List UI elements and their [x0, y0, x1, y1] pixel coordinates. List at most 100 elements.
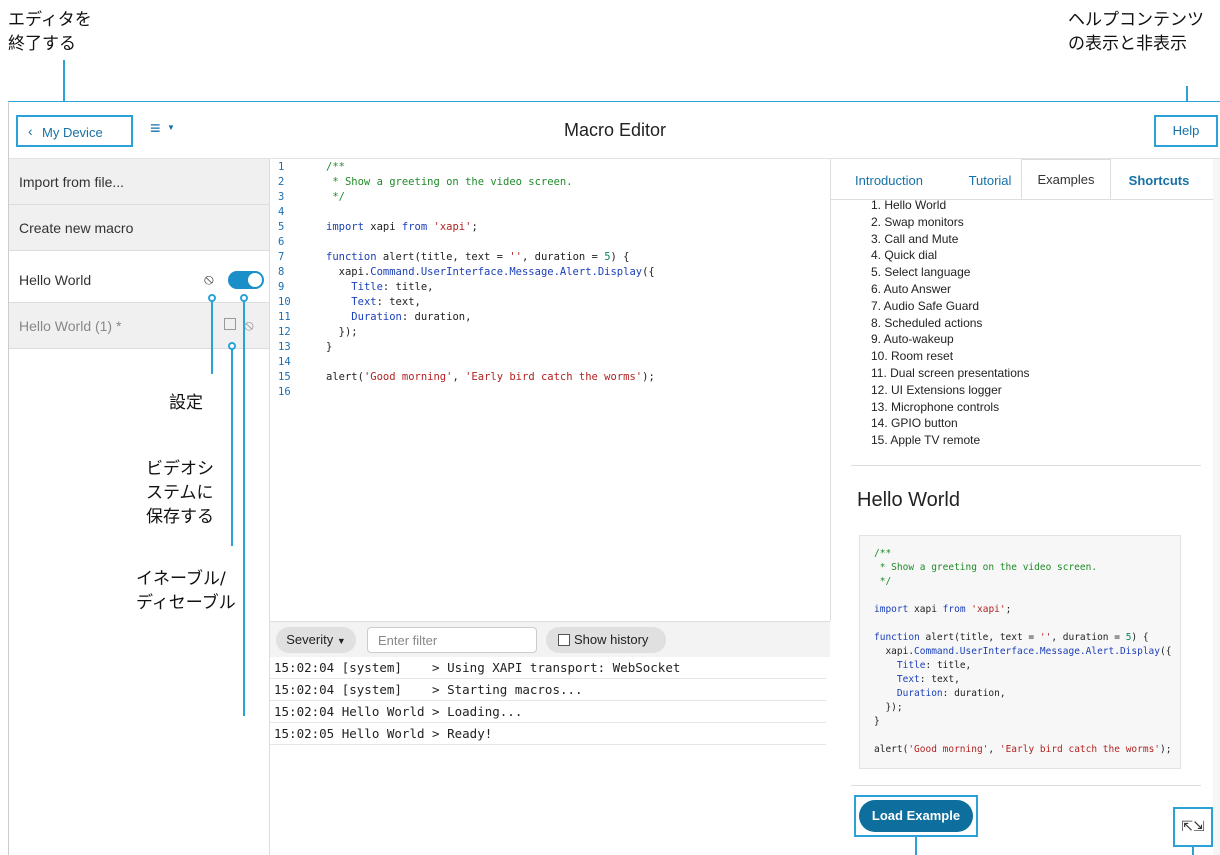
annotation-settings: 設定	[169, 393, 203, 413]
sidebar-item-label: Create new macro	[19, 220, 134, 236]
code-line: import xapi from 'xapi';	[326, 221, 478, 233]
example-title: Hello World	[857, 489, 960, 511]
code-line: import xapi from 'xapi';	[874, 604, 1012, 615]
line-number: 7	[278, 251, 285, 263]
macro-item-hello-world[interactable]: Hello World ⦸	[9, 257, 269, 303]
annotation-save-to-system: ビデオシ ステムに 保存する	[146, 459, 214, 527]
list-item[interactable]: 6. Auto Answer	[871, 281, 1030, 298]
code-line: Duration: duration,	[896, 688, 1006, 699]
caret-down-icon: ▼	[336, 636, 346, 646]
code-line: */	[874, 576, 892, 587]
line-number: 10	[278, 296, 291, 308]
log-row: 15:02:05 Hello World > Ready!	[270, 723, 826, 745]
annotation-exit-editor: エディタを 終了する	[8, 10, 92, 54]
line-number: 8	[278, 266, 285, 278]
list-item[interactable]: 7. Audio Safe Guard	[871, 298, 1030, 315]
top-bar: ‹ My Device ≡ ▼ Macro Editor Help	[9, 102, 1220, 159]
tab-shortcuts[interactable]: Shortcuts	[1113, 163, 1205, 199]
example-code-box: /** * Show a greeting on the video scree…	[859, 535, 1181, 769]
log-row: 15:02:04 [system] > Starting macros...	[270, 679, 826, 701]
examples-list: 1. Hello World 2. Swap monitors 3. Call …	[871, 197, 1030, 449]
filter-placeholder: Enter filter	[378, 633, 438, 648]
log-row: 15:02:04 Hello World > Loading...	[270, 701, 826, 723]
callout-line	[915, 837, 917, 855]
code-line: * Show a greeting on the video screen.	[326, 176, 573, 188]
list-item[interactable]: 3. Call and Mute	[871, 231, 1030, 248]
fullscreen-expand-icon[interactable]: ⇱⇲	[1173, 807, 1213, 847]
code-line: });	[874, 702, 903, 713]
help-panel: Introduction Tutorial Examples Shortcuts…	[831, 159, 1220, 855]
load-example-button[interactable]: Load Example	[859, 800, 973, 832]
show-history-toggle[interactable]: Show history	[546, 627, 666, 653]
sidebar-item-label: Hello World (1) *	[19, 318, 122, 334]
code-line: xapi.Command.UserInterface.Message.Alert…	[326, 266, 655, 278]
callout-line	[243, 300, 245, 716]
code-line: /**	[874, 548, 892, 559]
line-number: 15	[278, 371, 291, 383]
code-line: Text: text,	[351, 296, 421, 308]
list-item[interactable]: 5. Select language	[871, 264, 1030, 281]
tab-tutorial[interactable]: Tutorial	[959, 163, 1021, 199]
log-toolbar: Severity ▼ Enter filter Show history	[270, 621, 830, 659]
checkbox-icon[interactable]	[558, 634, 570, 646]
code-line: Text: text,	[896, 674, 960, 685]
code-line: /**	[326, 161, 345, 173]
severity-dropdown[interactable]: Severity ▼	[276, 627, 356, 653]
list-item[interactable]: 9. Auto-wakeup	[871, 331, 1030, 348]
line-number: 2	[278, 176, 285, 188]
line-number: 5	[278, 221, 285, 233]
list-item[interactable]: 13. Microphone controls	[871, 399, 1030, 416]
list-item[interactable]: 14. GPIO button	[871, 415, 1030, 432]
page-title: Macro Editor	[563, 120, 667, 140]
code-line: }	[874, 716, 880, 727]
code-line: alert('Good morning', 'Early bird catch …	[874, 744, 1172, 755]
save-to-device-icon[interactable]	[224, 318, 236, 330]
callout-line	[211, 300, 213, 374]
sidebar-item-label: Import from file...	[19, 174, 125, 190]
log-output: 15:02:04 [system] > Using XAPI transport…	[270, 655, 845, 855]
enable-toggle[interactable]	[228, 271, 264, 289]
code-line: Title: title,	[896, 660, 972, 671]
list-item[interactable]: 1. Hello World	[871, 197, 1030, 214]
code-line: });	[326, 326, 358, 338]
log-filter-input[interactable]: Enter filter	[367, 627, 537, 653]
list-item[interactable]: 15. Apple TV remote	[871, 432, 1030, 449]
code-line: Duration: duration,	[351, 311, 472, 323]
list-item[interactable]: 2. Swap monitors	[871, 214, 1030, 231]
code-line: */	[326, 191, 345, 203]
line-number: 4	[278, 206, 285, 218]
callout-line	[231, 348, 233, 546]
line-number: 16	[278, 386, 291, 398]
line-number: 9	[278, 281, 285, 293]
divider	[851, 465, 1201, 466]
create-new-macro-item[interactable]: Create new macro	[9, 205, 269, 251]
help-button[interactable]: Help	[1154, 115, 1218, 147]
annotation-enable-disable: イネーブル/ ディセーブル	[136, 569, 236, 613]
line-number: 11	[278, 311, 291, 323]
list-item[interactable]: 12. UI Extensions logger	[871, 382, 1030, 399]
list-item[interactable]: 11. Dual screen presentations	[871, 365, 1030, 382]
list-item[interactable]: 10. Room reset	[871, 348, 1030, 365]
list-item[interactable]: 4. Quick dial	[871, 247, 1030, 264]
line-number: 12	[278, 326, 291, 338]
code-line: Title: title,	[351, 281, 434, 293]
help-scrollbar[interactable]	[1213, 159, 1220, 855]
list-item[interactable]: 8. Scheduled actions	[871, 315, 1030, 332]
code-line: function alert(title, text = '', duratio…	[326, 251, 630, 263]
wrench-icon[interactable]: ⦸	[244, 303, 254, 349]
log-row: 15:02:04 [system] > Using XAPI transport…	[270, 657, 826, 679]
show-history-label: Show history	[574, 632, 649, 647]
code-line: * Show a greeting on the video screen.	[874, 562, 1098, 573]
line-number: 6	[278, 236, 285, 248]
macro-editor-app: ‹ My Device ≡ ▼ Macro Editor Help Import…	[8, 101, 1220, 855]
code-line: xapi.Command.UserInterface.Message.Alert…	[874, 646, 1172, 657]
tab-introduction[interactable]: Introduction	[843, 163, 935, 199]
divider	[851, 785, 1201, 786]
tab-examples[interactable]: Examples	[1021, 159, 1111, 199]
annotation-help-toggle: ヘルプコンテンツ の表示と非表示	[1068, 10, 1204, 54]
code-line: alert('Good morning', 'Early bird catch …	[326, 371, 655, 383]
code-editor[interactable]: 1 2 3 4 5 6 7 8 9 10 11 12 13 14 15 16 /** * Show a gre…	[270, 159, 831, 621]
import-from-file-item[interactable]: Import from file...	[9, 159, 269, 205]
severity-label: Severity	[286, 632, 334, 647]
code-line: }	[326, 341, 333, 353]
